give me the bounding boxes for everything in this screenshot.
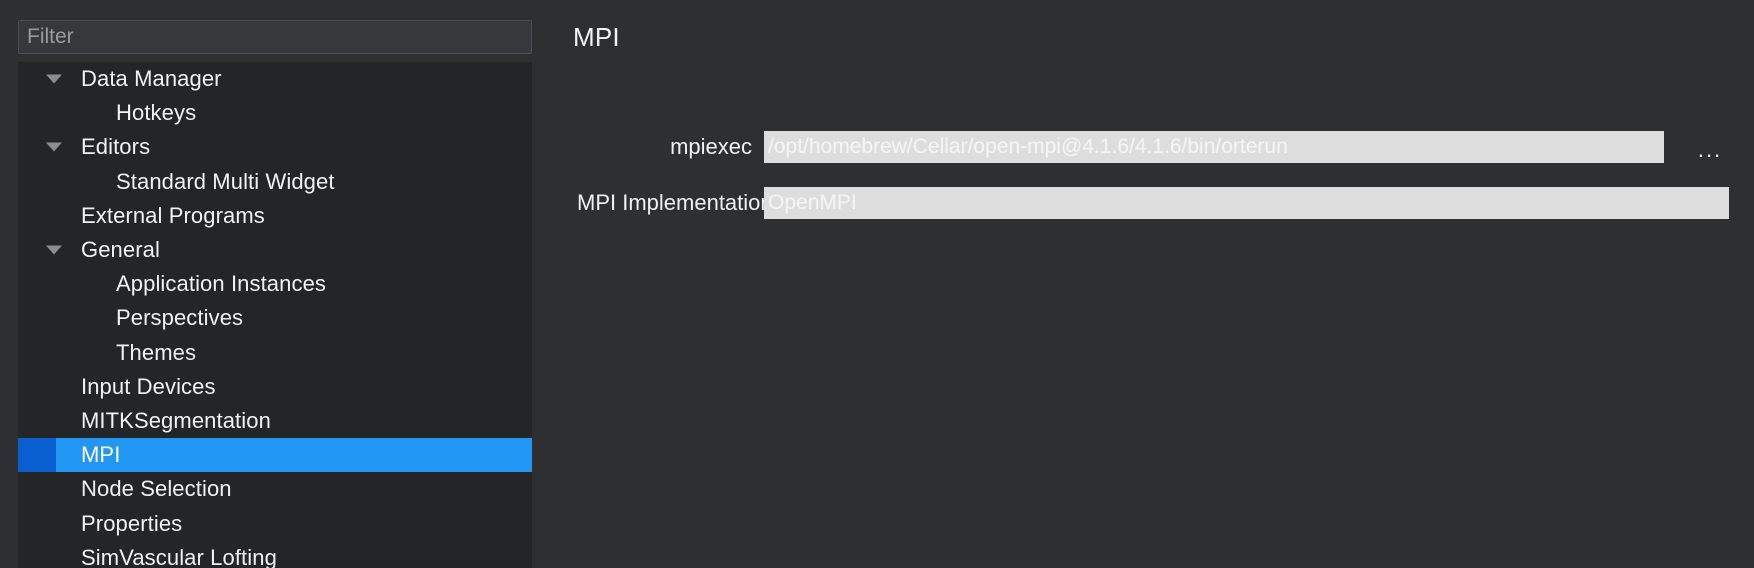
page-title: MPI — [573, 22, 620, 52]
filter-input[interactable] — [18, 20, 532, 54]
sidebar-item-simvascular-lofting[interactable]: SimVascular Lofting — [18, 541, 532, 568]
sidebar-item-label: Perspectives — [116, 305, 244, 331]
chevron-down-icon[interactable] — [46, 245, 62, 255]
preferences-window: Data Manager Hotkeys Editors Standard Multi… — [0, 0, 1754, 568]
sidebar-item-label: General — [81, 237, 160, 263]
sidebar-item-external-programs[interactable]: External Programs — [18, 199, 532, 233]
sidebar-item-label: MPI — [81, 442, 121, 468]
sidebar-item-hotkeys[interactable]: Hotkeys — [18, 96, 532, 130]
sidebar-item-properties[interactable]: Properties — [18, 506, 532, 540]
sidebar-item-label: MITKSegmentation — [81, 407, 271, 433]
sidebar-item-perspectives[interactable]: Perspectives — [18, 301, 532, 335]
sidebar-item-editors[interactable]: Editors — [18, 130, 532, 164]
sidebar-item-label: Properties — [81, 510, 183, 536]
mpiexec-input[interactable] — [764, 131, 1664, 163]
sidebar-item-mpi[interactable]: MPI — [18, 438, 532, 473]
sidebar-item-label: Themes — [116, 339, 197, 365]
sidebar-item-input-devices[interactable]: Input Devices — [18, 370, 532, 404]
preferences-tree[interactable]: Data Manager Hotkeys Editors Standard Multi… — [18, 62, 532, 568]
sidebar-item-mitksegmentation[interactable]: MITKSegmentation — [18, 404, 532, 438]
sidebar-item-node-selection[interactable]: Node Selection — [18, 472, 532, 506]
mpiexec-label: mpiexec — [670, 134, 752, 159]
sidebar-item-label: Editors — [81, 134, 151, 160]
mpi-implementation-input[interactable] — [764, 187, 1729, 219]
mpi-implementation-row: MPI Implementation — [532, 186, 1754, 220]
sidebar-item-label: Data Manager — [81, 66, 222, 92]
mpiexec-browse-button[interactable]: ... — [1689, 132, 1731, 162]
sidebar-item-standard-multi-widget[interactable]: Standard Multi Widget — [18, 165, 532, 199]
sidebar-item-label: External Programs — [81, 202, 265, 228]
sidebar-item-label: SimVascular Lofting — [81, 544, 277, 568]
preferences-sidebar: Data Manager Hotkeys Editors Standard Multi… — [0, 0, 546, 568]
sidebar-item-label: Node Selection — [81, 476, 232, 502]
preferences-content-panel: MPI mpiexec ... MPI Implementation — [532, 0, 1754, 568]
sidebar-item-label: Input Devices — [81, 373, 216, 399]
filter-field-wrapper — [18, 20, 532, 54]
sidebar-item-label: Standard Multi Widget — [116, 168, 335, 194]
chevron-down-icon[interactable] — [46, 142, 62, 152]
sidebar-item-general[interactable]: General — [18, 233, 532, 267]
sidebar-item-label: Application Instances — [116, 271, 327, 297]
mpi-implementation-label: MPI Implementation — [577, 190, 773, 215]
mpiexec-row: mpiexec ... — [532, 130, 1754, 164]
sidebar-item-application-instances[interactable]: Application Instances — [18, 267, 532, 301]
mpi-settings-form: mpiexec ... MPI Implementation — [532, 130, 1754, 242]
sidebar-item-themes[interactable]: Themes — [18, 336, 532, 370]
sidebar-item-label: Hotkeys — [116, 100, 197, 126]
sidebar-item-data-manager[interactable]: Data Manager — [18, 62, 532, 96]
chevron-down-icon[interactable] — [46, 74, 62, 84]
